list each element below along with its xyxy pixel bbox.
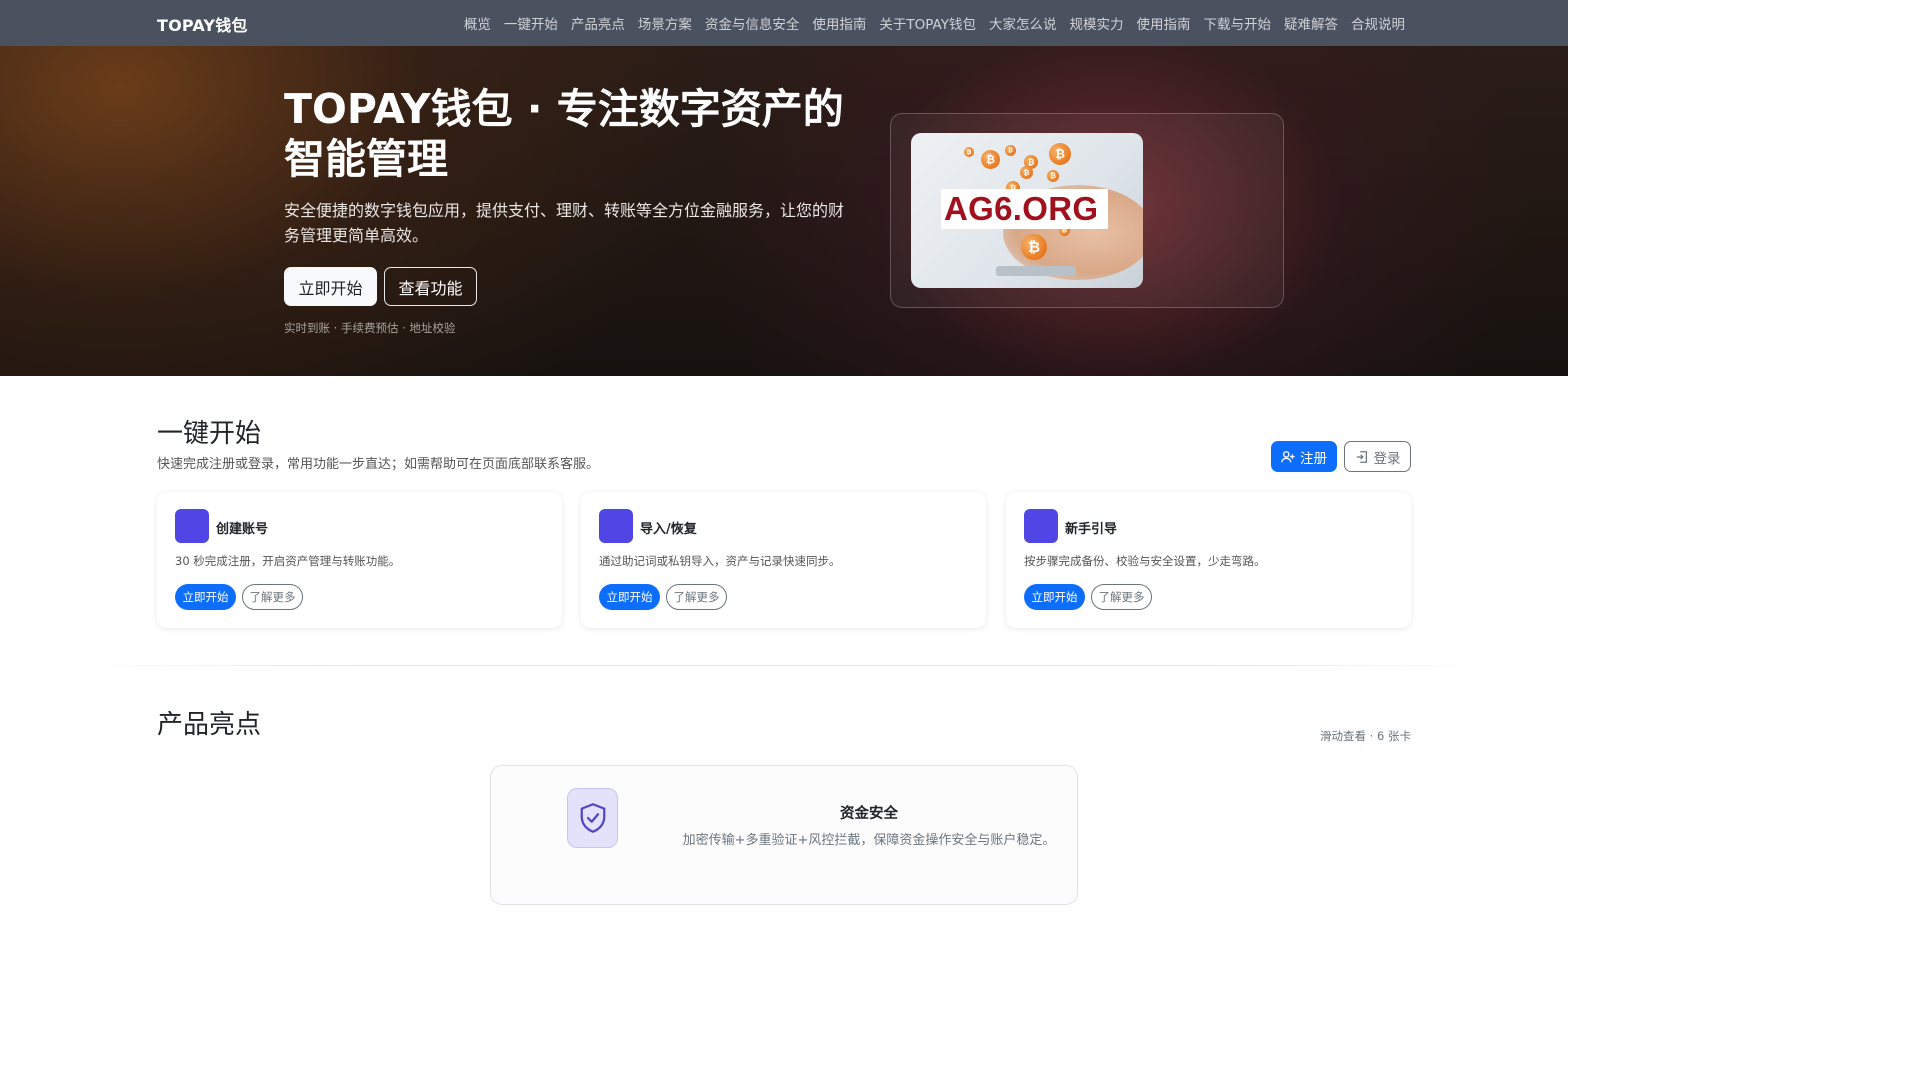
quickstart-title: 一键开始 bbox=[157, 419, 262, 449]
hero-features-button[interactable]: 查看功能 bbox=[384, 267, 477, 306]
bitcoin-coin-icon: ₿ bbox=[1005, 145, 1016, 156]
card-description: 通过助记词或私钥导入，资产与记录快速同步。 bbox=[599, 554, 841, 568]
quickstart-subtitle: 快速完成注册或登录，常用功能一步直达；如需帮助可在页面底部联系客服。 bbox=[157, 457, 600, 472]
bitcoin-coin-icon: ₿ bbox=[964, 147, 974, 157]
section-divider bbox=[70, 665, 1498, 666]
login-icon bbox=[1356, 450, 1367, 463]
hero-tags: 实时到账 · 手续费预估 · 地址校验 bbox=[284, 321, 456, 335]
card-title: 新手引导 bbox=[1065, 522, 1118, 537]
hero-image-card: ₿ ₿ ₿ ₿ ₿ ₿ ₿ ₿ ₿ ₿ AG6.ORG bbox=[890, 113, 1284, 308]
bitcoin-coin-icon: ₿ bbox=[981, 150, 1000, 169]
card-description: 按步骤完成备份、校验与安全设置，少走弯路。 bbox=[1024, 554, 1266, 568]
nav-link-download[interactable]: 下载与开始 bbox=[1204, 13, 1272, 33]
highlights-title: 产品亮点 bbox=[157, 710, 262, 740]
feature-card-security[interactable]: 资金安全 加密传输+多重验证+风控拦截，保障资金操作安全与账户稳定。 bbox=[490, 765, 1078, 905]
nav-link-quickstart[interactable]: 一键开始 bbox=[504, 13, 558, 33]
nav-link-overview[interactable]: 概览 bbox=[464, 13, 491, 33]
bitcoin-coin-icon: ₿ bbox=[1021, 234, 1047, 260]
highlights-hint: 滑动查看 · 6 张卡 bbox=[1320, 729, 1411, 743]
card-learn-more-button[interactable]: 了解更多 bbox=[1091, 584, 1152, 610]
hero-section: TOPAY钱包 · 专注数字资产的智能管理 安全便捷的数字钱包应用，提供支付、理… bbox=[0, 46, 1568, 376]
card-start-button[interactable]: 立即开始 bbox=[1024, 584, 1085, 610]
card-start-button[interactable]: 立即开始 bbox=[599, 584, 660, 610]
card-learn-more-button[interactable]: 了解更多 bbox=[666, 584, 727, 610]
card-start-button[interactable]: 立即开始 bbox=[175, 584, 236, 610]
bitcoin-coin-icon: ₿ bbox=[1049, 143, 1071, 165]
brand-logo[interactable]: TOPAY钱包 bbox=[157, 12, 248, 36]
nav-links: 概览 一键开始 产品亮点 场景方案 资金与信息安全 使用指南 关于TOPAY钱包… bbox=[464, 0, 1405, 46]
login-button[interactable]: 登录 bbox=[1344, 441, 1411, 472]
nav-link-faq[interactable]: 疑难解答 bbox=[1284, 13, 1338, 33]
phone-illustration bbox=[996, 266, 1076, 276]
card-icon-square bbox=[1024, 509, 1058, 543]
register-button[interactable]: 注册 bbox=[1271, 441, 1337, 472]
register-label: 注册 bbox=[1300, 450, 1327, 467]
nav-link-highlights[interactable]: 产品亮点 bbox=[571, 13, 625, 33]
hero-subtitle: 安全便捷的数字钱包应用，提供支付、理财、转账等全方位金融服务，让您的财务管理更简… bbox=[284, 201, 845, 245]
card-icon-square bbox=[599, 509, 633, 543]
bitcoin-coin-icon: ₿ bbox=[1020, 166, 1033, 179]
top-navbar: TOPAY钱包 概览 一键开始 产品亮点 场景方案 资金与信息安全 使用指南 关… bbox=[0, 0, 1568, 46]
hero-start-button[interactable]: 立即开始 bbox=[284, 267, 377, 306]
nav-link-scale[interactable]: 规模实力 bbox=[1070, 13, 1124, 33]
card-learn-more-button[interactable]: 了解更多 bbox=[242, 584, 303, 610]
nav-link-security[interactable]: 资金与信息安全 bbox=[705, 13, 800, 33]
nav-link-guide-2[interactable]: 使用指南 bbox=[1137, 13, 1191, 33]
nav-link-scenarios[interactable]: 场景方案 bbox=[638, 13, 692, 33]
card-description: 30 秒完成注册，开启资产管理与转账功能。 bbox=[175, 554, 401, 568]
card-icon-square bbox=[175, 509, 209, 543]
login-label: 登录 bbox=[1373, 450, 1401, 467]
card-title: 创建账号 bbox=[216, 522, 269, 537]
nav-link-testimonials[interactable]: 大家怎么说 bbox=[989, 13, 1057, 33]
card-title: 导入/恢复 bbox=[640, 522, 697, 537]
quickstart-card-guide: 新手引导 按步骤完成备份、校验与安全设置，少走弯路。 立即开始 了解更多 bbox=[1006, 492, 1411, 628]
quickstart-card-create: 创建账号 30 秒完成注册，开启资产管理与转账功能。 立即开始 了解更多 bbox=[157, 492, 562, 628]
hero-image: ₿ ₿ ₿ ₿ ₿ ₿ ₿ ₿ ₿ ₿ AG6.ORG bbox=[911, 133, 1143, 288]
watermark-label: AG6.ORG bbox=[941, 189, 1109, 229]
user-plus-icon bbox=[1281, 450, 1295, 462]
nav-link-about[interactable]: 关于TOPAY钱包 bbox=[879, 13, 976, 33]
bitcoin-coin-icon: ₿ bbox=[1047, 170, 1059, 182]
quickstart-card-import: 导入/恢复 通过助记词或私钥导入，资产与记录快速同步。 立即开始 了解更多 bbox=[581, 492, 986, 628]
shield-check-icon bbox=[567, 788, 618, 848]
nav-link-compliance[interactable]: 合规说明 bbox=[1351, 13, 1405, 33]
nav-link-guide[interactable]: 使用指南 bbox=[812, 13, 866, 33]
hero-title: TOPAY钱包 · 专注数字资产的智能管理 bbox=[284, 85, 844, 183]
feature-description: 加密传输+多重验证+风控拦截，保障资金操作安全与账户稳定。 bbox=[682, 833, 1056, 848]
feature-title: 资金安全 bbox=[840, 806, 898, 822]
